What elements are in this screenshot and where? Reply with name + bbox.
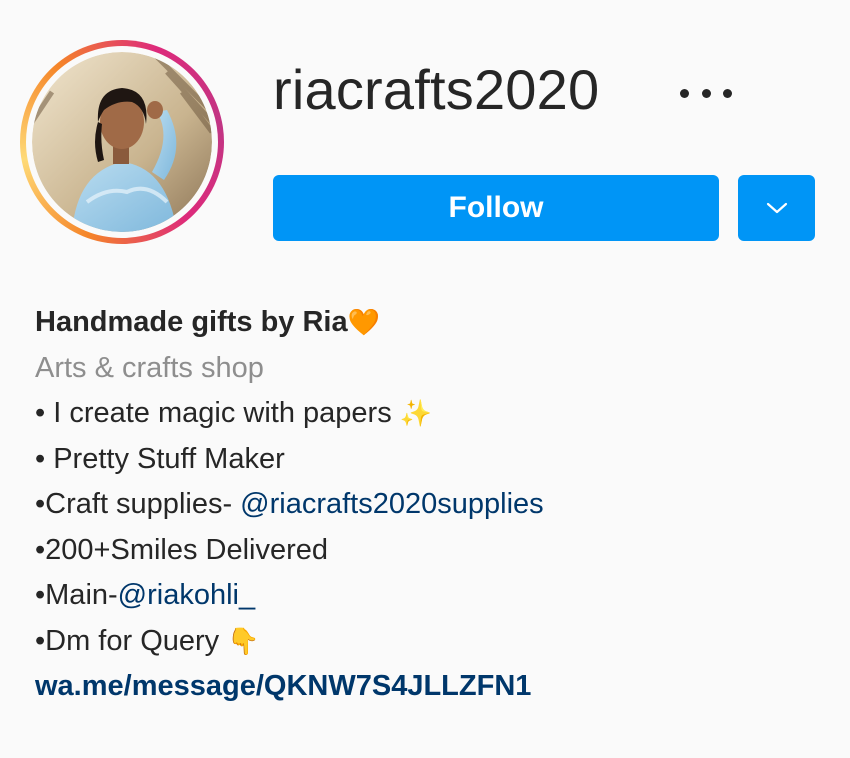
- more-dot: [701, 88, 711, 98]
- bio-line-text: •Dm for Query: [35, 624, 228, 657]
- bio-line: • Pretty Stuff Maker: [35, 442, 285, 475]
- bio-name-text: Handmade gifts by Ria: [35, 306, 348, 338]
- bio-full-name: Handmade gifts by Ria🧡: [35, 300, 835, 346]
- bio-category: Arts & crafts shop: [35, 351, 264, 384]
- bio-line: •Main-@riakohli_: [35, 573, 835, 619]
- bio-line-text: •Main-: [35, 579, 118, 611]
- chevron-down-icon: [766, 202, 787, 214]
- mention-link-main[interactable]: @riakohli_: [118, 579, 255, 611]
- more-dot: [723, 88, 732, 98]
- bio-line-text: •Craft supplies-: [35, 488, 241, 520]
- bio-line: •Craft supplies- @riacrafts2020supplies: [35, 482, 835, 528]
- mention-link-supplies[interactable]: @riacrafts2020supplies: [240, 488, 543, 520]
- orange-heart-icon: 🧡: [347, 307, 380, 337]
- pointing-down-icon: 👇: [227, 625, 260, 656]
- bio-line: • I create magic with papers ✨: [35, 391, 835, 437]
- bio-line: •Dm for Query 👇: [35, 619, 835, 665]
- more-dot: [680, 88, 689, 98]
- profile-username: riacrafts2020: [273, 58, 600, 121]
- website-link[interactable]: wa.me/message/QKNW7S4JLLZFN1: [35, 664, 835, 710]
- sparkles-icon: ✨: [399, 398, 433, 428]
- avatar-frame: [26, 46, 218, 238]
- ellipsis-icon[interactable]: [680, 78, 732, 108]
- follow-button[interactable]: Follow: [273, 175, 719, 241]
- avatar[interactable]: [32, 52, 212, 232]
- bio-line: •200+Smiles Delivered: [35, 533, 329, 566]
- profile-bio: Handmade gifts by Ria🧡 Arts & crafts sho…: [35, 300, 835, 710]
- suggested-accounts-button[interactable]: [738, 175, 815, 241]
- story-ring[interactable]: [20, 40, 224, 244]
- bio-line-text: • I create magic with papers: [35, 397, 400, 429]
